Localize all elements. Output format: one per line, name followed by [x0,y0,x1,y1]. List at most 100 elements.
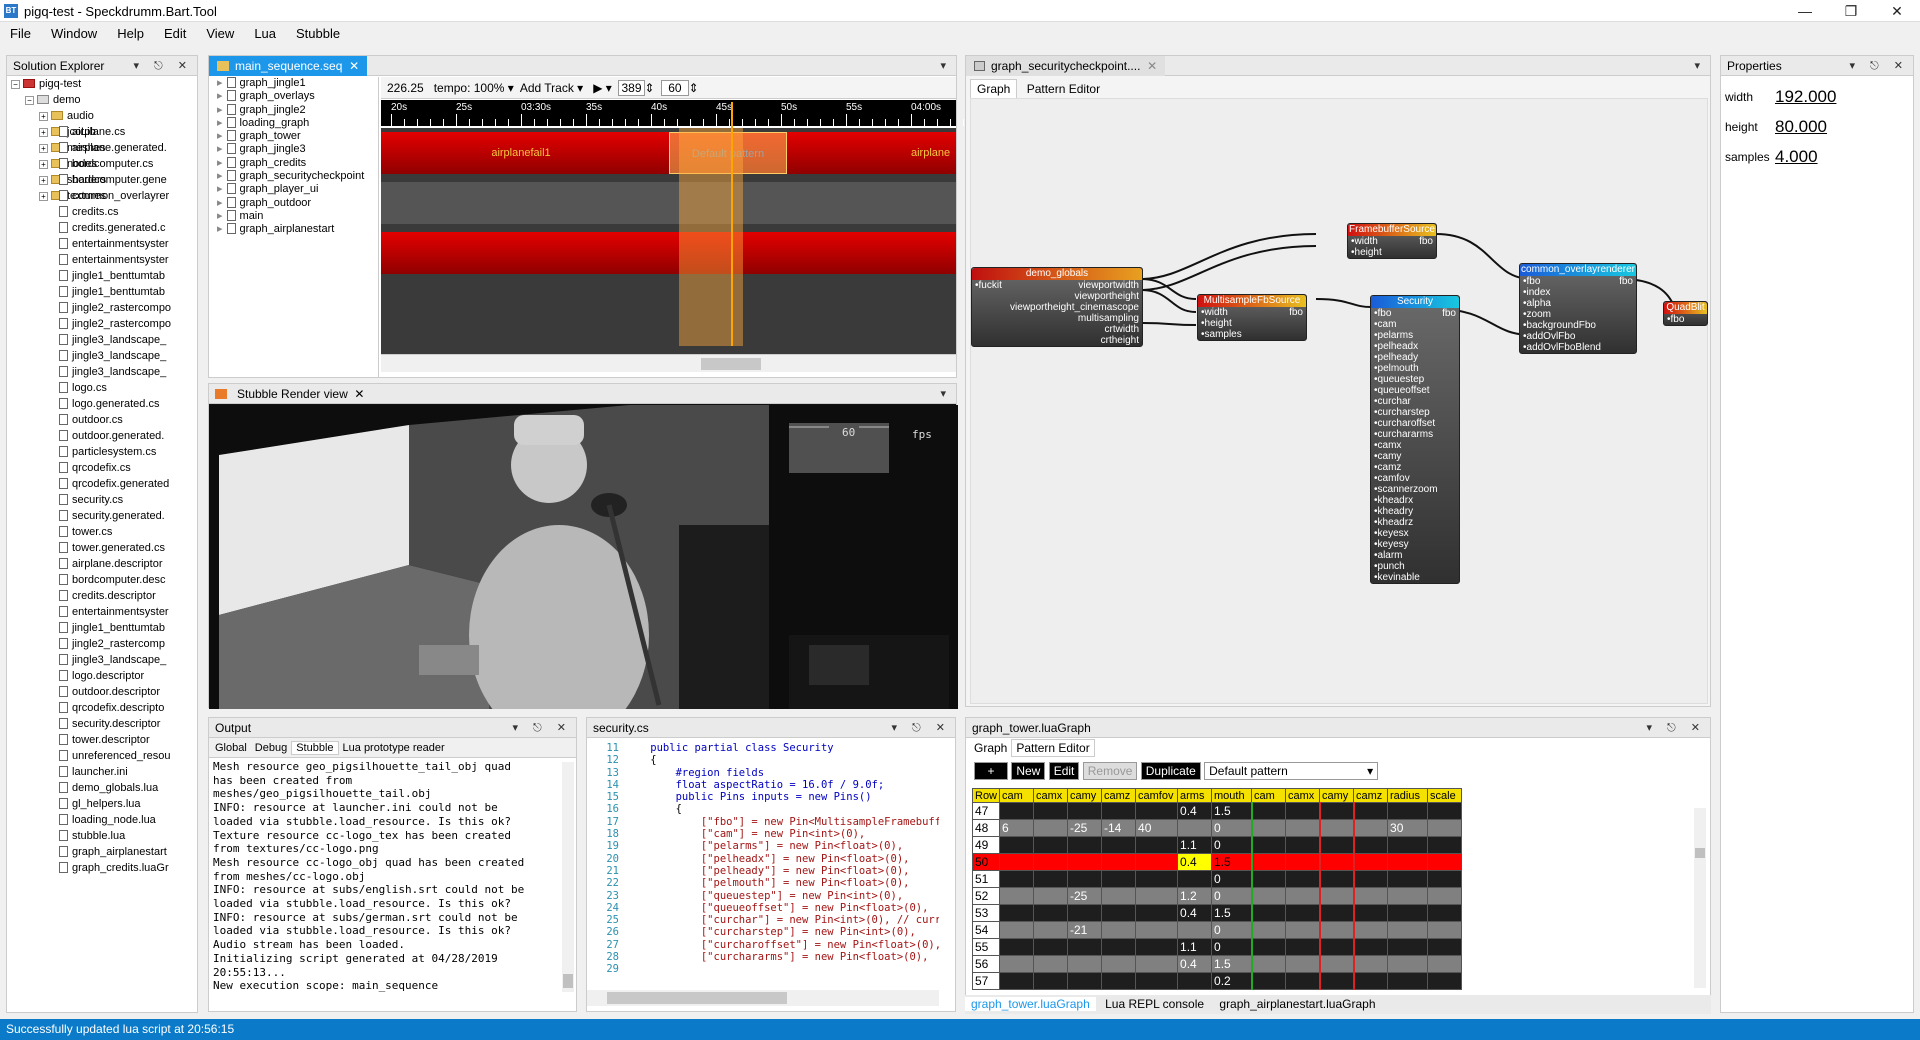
node-input-pin[interactable]: •pelheady [1374,352,1418,363]
tracker-cell[interactable] [1427,938,1463,956]
tracker-cell[interactable] [1427,887,1463,905]
tracker-column-header[interactable]: radius [1387,788,1429,803]
tracker-cell[interactable]: 1.5 [1211,853,1253,871]
tracker-cell[interactable] [1285,938,1321,956]
node-input-pin[interactable]: •width [1351,236,1378,247]
node-input-pin[interactable]: •keyesy [1374,539,1409,550]
tracker-cell[interactable] [1285,887,1321,905]
tree-file[interactable]: graph_credits.luaGr [11,860,197,876]
tracker-cell[interactable] [1285,836,1321,854]
tree-file[interactable]: entertainmentsyster [11,236,197,252]
tracker-scrollbar[interactable] [1694,808,1706,988]
tree-file[interactable]: loading_node.lua [11,812,197,828]
tracker-column-header[interactable]: camx [1033,788,1069,803]
tracker-cell[interactable] [1135,904,1179,922]
table-row[interactable]: 48 6 -25 -14 40 0 30 [971,819,1463,837]
table-row[interactable]: 52 -25 1.2 0 [971,887,1463,905]
node-input-pin[interactable]: •index [1523,287,1550,298]
tracker-cell[interactable] [1319,836,1355,854]
tree-file[interactable]: jingle1_benttumtab [11,268,197,284]
tab-graph-tower[interactable]: graph_tower.luaGraph [965,997,1096,1011]
node-input-pin[interactable]: •alpha [1523,298,1551,309]
close-icon[interactable]: ✕ [1874,0,1920,22]
node-input-pin[interactable]: •kheadrz [1374,517,1413,528]
tracker-column-header[interactable]: Row [971,788,1001,803]
menu-stubble[interactable]: Stubble [286,22,350,46]
node-input-pin[interactable]: •camz [1374,462,1401,473]
tree-file[interactable]: tower.descriptor [11,732,197,748]
tracker-cell[interactable] [1067,904,1103,922]
tree-file[interactable]: qrcodefix.cs [11,460,197,476]
sequence-graph-item[interactable]: ▸ graph_jingle1 [209,77,378,90]
sequence-graph-item[interactable]: ▸ graph_tower [209,130,378,143]
tracker-cell[interactable] [1285,819,1321,837]
node-input-pin[interactable]: •camx [1374,440,1401,451]
node-input-pin[interactable]: •kheadrx [1374,495,1413,506]
tracker-cell[interactable] [1285,853,1321,871]
tracker-cell[interactable] [1251,836,1287,854]
track-2[interactable] [381,182,956,224]
remove-pattern-button[interactable]: Remove [1082,762,1138,780]
tracker-cell[interactable] [1177,819,1213,837]
node-output-pin[interactable]: fbo [1442,308,1456,319]
node-input-pin[interactable]: •pelmouth [1374,363,1419,374]
tracker-cell[interactable] [1101,870,1137,888]
tracker-cell[interactable] [1135,836,1179,854]
tracker-cell[interactable] [1251,955,1287,973]
node-output-pin[interactable]: crtheight [1101,335,1139,346]
node-output-pin[interactable]: viewportheight_cinemascope [1010,302,1139,313]
sequence-graph-item[interactable]: ▸ graph_outdoor [209,196,378,210]
node-input-pin[interactable]: •fuckit [975,280,1002,291]
node-quadblit[interactable]: QuadBlit •fbo [1663,301,1708,326]
table-row[interactable]: 54 -21 0 [971,921,1463,939]
node-output-pin[interactable]: viewportwidth [1078,280,1139,291]
tracker-cell[interactable] [1101,836,1137,854]
tracker-cell[interactable] [1387,802,1429,820]
bpm-stepper[interactable]: 389 [618,80,645,96]
tracker-cell[interactable] [999,921,1035,939]
tracker-cell[interactable]: 0.4 [1177,853,1213,871]
tracker-cell[interactable]: 1.5 [1211,955,1253,973]
tracker-cell[interactable] [1387,972,1429,990]
tracker-cell[interactable] [1353,904,1389,922]
tracker-cell[interactable] [1135,938,1179,956]
tracker-cell[interactable] [1319,853,1355,871]
expand-arrow-icon[interactable]: ▸ [217,77,223,89]
node-output-pin[interactable]: fbo [1289,307,1303,318]
tracker-column-header[interactable]: cam [999,788,1035,803]
tracker-cell[interactable] [999,938,1035,956]
node-demo-globals[interactable]: demo_globals •fuckit viewportwidth viewpor… [971,267,1143,347]
tracker-cell[interactable] [1353,853,1389,871]
tab-graph[interactable]: Graph [970,79,1018,98]
tracker-cell[interactable] [1251,870,1287,888]
sequence-graph-item[interactable]: ▸ main [209,209,378,223]
tracker-cell[interactable] [1319,955,1355,973]
maximize-icon[interactable]: ❐ [1828,0,1874,22]
tracker-column-header[interactable]: scale [1427,788,1463,803]
expand-arrow-icon[interactable]: ▸ [217,130,223,142]
tree-file[interactable]: bordcomputer.desc [11,572,197,588]
tracker-column-header[interactable]: arms [1177,788,1213,803]
tree-file[interactable]: jingle3_landscape_ [11,332,197,348]
tracker-cell[interactable]: 51 [971,870,1001,888]
node-output-pin[interactable]: fbo [1419,236,1433,247]
tracker-cell[interactable] [1067,938,1103,956]
tracker-cell[interactable] [1319,819,1355,837]
node-input-pin[interactable]: •alarm [1374,550,1403,561]
tracker-cell[interactable] [1387,921,1429,939]
tracker-cell[interactable] [1353,819,1389,837]
sequence-graph-item[interactable]: ▸ graph_jingle2 [209,103,378,117]
tracker-cell[interactable] [999,836,1035,854]
table-row[interactable]: 51 0 [971,870,1463,888]
code-editor[interactable]: public partial class Security { #region … [625,742,939,976]
tracker-cell[interactable]: 1.5 [1211,802,1253,820]
tab-stubble[interactable]: Stubble [291,741,339,755]
graph-canvas[interactable]: demo_globals •fuckit viewportwidth viewpor… [970,98,1708,704]
tracker-cell[interactable] [1251,921,1287,939]
pattern-select[interactable]: Default pattern ▾ [1204,762,1379,780]
output-scrollbar[interactable] [562,762,574,992]
duplicate-pattern-button[interactable]: Duplicate [1140,762,1201,780]
tracker-cell[interactable]: 40 [1135,819,1179,837]
tracker-cell[interactable] [1033,836,1069,854]
tracker-cell[interactable] [1033,955,1069,973]
